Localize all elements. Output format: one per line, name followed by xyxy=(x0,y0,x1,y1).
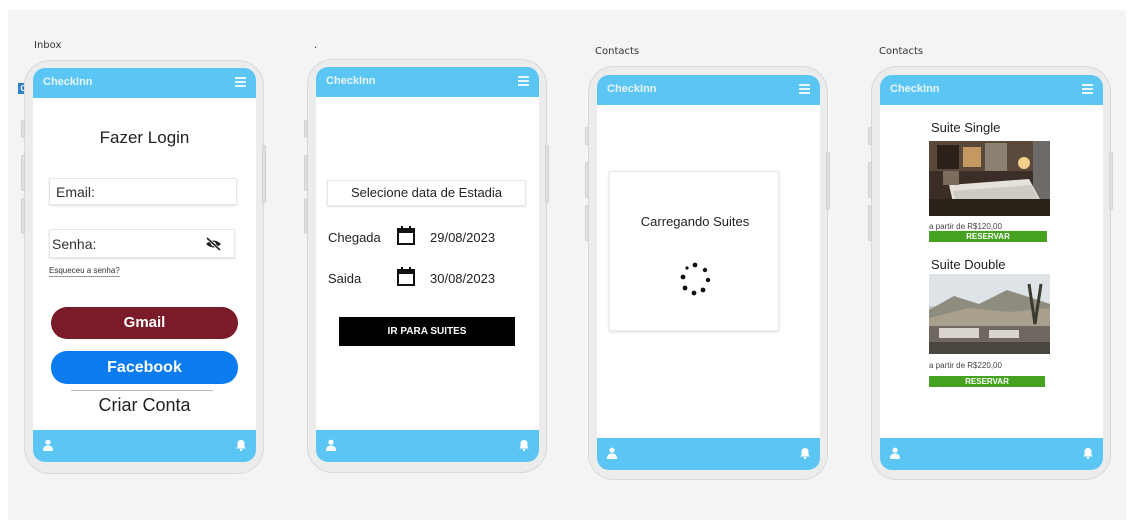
side-button xyxy=(868,162,872,198)
app-title: CheckInn xyxy=(890,83,940,95)
menu-icon[interactable] xyxy=(235,77,246,87)
user-icon[interactable] xyxy=(43,439,53,451)
user-icon[interactable] xyxy=(890,447,900,459)
side-button xyxy=(585,127,589,145)
loading-text: Carregando Suites xyxy=(640,214,750,229)
screen-suites: CheckInn Suite Single a partir de R$120,… xyxy=(880,75,1103,470)
bottom-bar xyxy=(597,438,820,470)
side-button xyxy=(1109,152,1113,210)
app-title: CheckInn xyxy=(43,76,93,88)
app-bar: CheckInn xyxy=(316,67,539,97)
bottom-bar xyxy=(33,430,256,462)
go-to-suites-button[interactable]: IR PARA SUITES xyxy=(339,317,515,346)
app-bar: CheckInn xyxy=(880,75,1103,105)
menu-icon[interactable] xyxy=(518,76,529,86)
suite-name: Suite Single xyxy=(931,120,1001,135)
screen-loading: CheckInn Carregando Suites xyxy=(597,75,820,470)
side-button xyxy=(304,120,308,138)
suite-single-photo[interactable] xyxy=(929,141,1050,216)
facebook-button[interactable]: Facebook xyxy=(51,351,238,384)
app-title: CheckInn xyxy=(326,75,376,87)
side-button xyxy=(262,145,266,203)
user-icon[interactable] xyxy=(607,447,617,459)
suite-price: a partir de R$220,00 xyxy=(929,361,1002,370)
gmail-button[interactable]: Gmail xyxy=(51,307,238,339)
departure-label: Saida xyxy=(328,271,362,286)
screen-dates: CheckInn Selecione data de Estadia Chega… xyxy=(316,67,539,462)
app-title: CheckInn xyxy=(607,83,657,95)
side-button xyxy=(868,127,872,145)
bottom-bar xyxy=(316,430,539,462)
forgot-password-link[interactable]: Esqueceu a senha? xyxy=(49,266,120,277)
divider xyxy=(71,390,213,391)
calendar-icon[interactable] xyxy=(397,267,415,286)
screen-login: CheckInn Fazer Login Email: Senha: Esque… xyxy=(33,68,256,462)
arrival-label: Chegada xyxy=(328,230,381,245)
bell-icon[interactable] xyxy=(519,439,529,451)
email-placeholder: Email: xyxy=(56,184,95,200)
app-bar: CheckInn xyxy=(597,75,820,105)
side-button xyxy=(304,155,308,191)
app-bar: CheckInn xyxy=(33,68,256,98)
suite-name: Suite Double xyxy=(931,257,1006,272)
bottom-bar xyxy=(880,438,1103,470)
menu-icon[interactable] xyxy=(799,84,810,94)
reserve-button[interactable]: RESERVAR xyxy=(929,376,1045,387)
side-button xyxy=(826,152,830,210)
side-button xyxy=(545,145,549,203)
frame-label-2: . xyxy=(314,40,318,51)
user-icon[interactable] xyxy=(326,439,336,451)
side-button xyxy=(585,162,589,198)
email-field[interactable]: Email: xyxy=(49,178,237,205)
frame-label-1: Inbox xyxy=(34,40,62,51)
create-account-link[interactable]: Criar Conta xyxy=(33,395,256,416)
frame-label-4: Contacts xyxy=(879,46,924,57)
suite-double-photo[interactable] xyxy=(929,274,1050,354)
suite-price: a partir de R$120,00 xyxy=(929,222,1002,231)
password-field[interactable]: Senha: xyxy=(49,229,235,258)
departure-date[interactable]: 30/08/2023 xyxy=(430,271,495,286)
loading-card: Carregando Suites xyxy=(609,171,779,331)
spinner-icon xyxy=(680,262,711,296)
side-button xyxy=(21,120,25,138)
bell-icon[interactable] xyxy=(800,447,810,459)
login-heading: Fazer Login xyxy=(99,128,190,147)
select-dates-heading: Selecione data de Estadia xyxy=(327,180,526,206)
calendar-icon[interactable] xyxy=(397,226,415,245)
bell-icon[interactable] xyxy=(236,439,246,451)
eye-off-icon[interactable] xyxy=(205,237,222,251)
side-button xyxy=(21,155,25,191)
arrival-date[interactable]: 29/08/2023 xyxy=(430,230,495,245)
side-button xyxy=(868,205,872,241)
password-placeholder: Senha: xyxy=(52,236,97,252)
side-button xyxy=(21,198,25,234)
frame-label-3: Contacts xyxy=(595,46,640,57)
reserve-button[interactable]: RESERVAR xyxy=(929,231,1047,242)
side-button xyxy=(585,205,589,241)
side-button xyxy=(304,198,308,234)
bell-icon[interactable] xyxy=(1083,447,1093,459)
menu-icon[interactable] xyxy=(1082,84,1093,94)
